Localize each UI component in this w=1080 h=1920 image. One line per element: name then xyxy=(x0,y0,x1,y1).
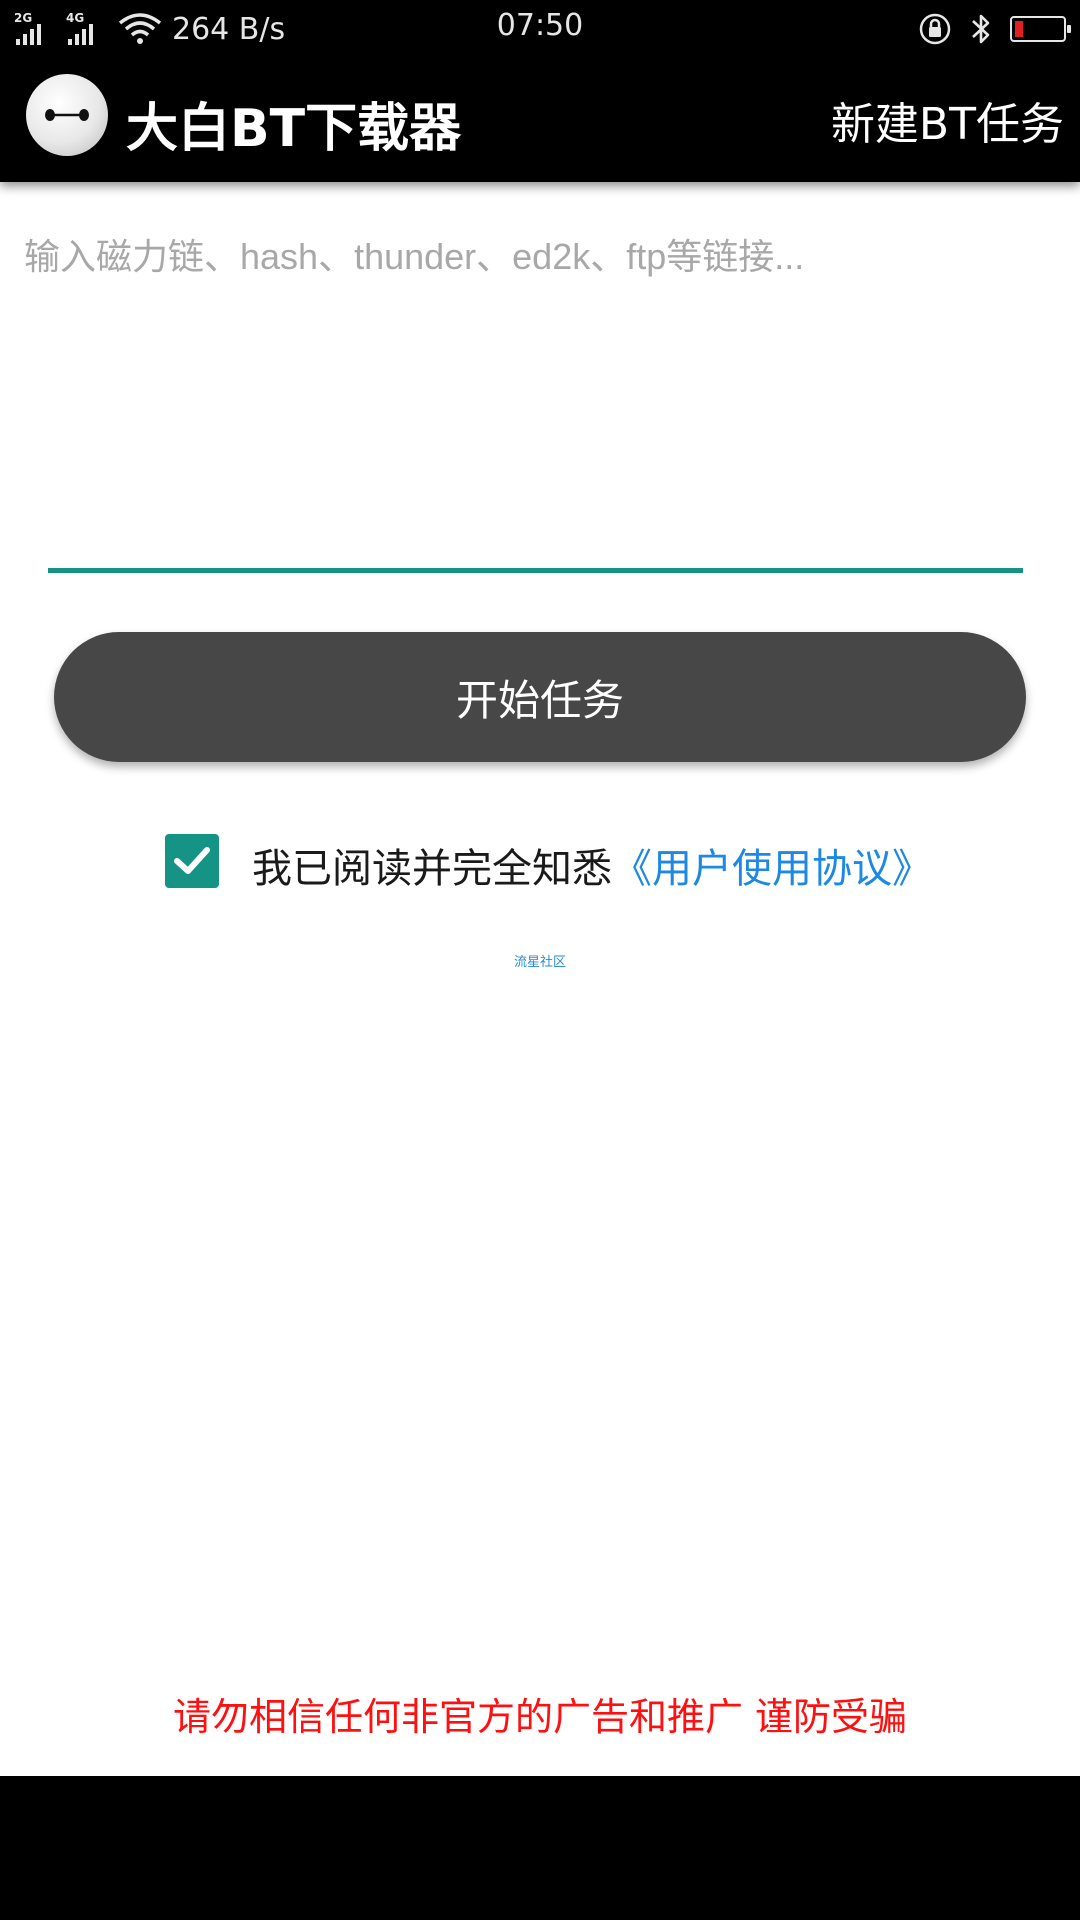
start-task-button[interactable]: 开始任务 xyxy=(54,632,1026,762)
agreement-checkbox[interactable] xyxy=(165,834,219,888)
status-bar: 2G 4G 264 B/s 07:50 xyxy=(0,0,1080,58)
status-right xyxy=(918,8,1071,50)
navigation-bar xyxy=(0,1776,1080,1920)
app-bar: 大白BT下载器 新建BT任务 xyxy=(0,58,1080,182)
app-title: 大白BT下载器 xyxy=(126,99,462,159)
baymax-icon xyxy=(26,74,108,156)
new-bt-task-button[interactable]: 新建BT任务 xyxy=(831,88,1064,152)
community-link[interactable]: 流星社区 xyxy=(0,951,1080,970)
link-input[interactable] xyxy=(24,228,1054,428)
bluetooth-icon xyxy=(972,14,990,44)
rotation-lock-icon xyxy=(919,13,951,45)
check-icon xyxy=(174,847,210,874)
agreement-row: 我已阅读并完全知悉《用户使用协议》 xyxy=(0,832,1080,892)
battery-icon xyxy=(1010,16,1071,42)
agreement-text: 我已阅读并完全知悉《用户使用协议》 xyxy=(252,836,932,894)
input-underline xyxy=(48,568,1023,573)
user-agreement-link[interactable]: 《用户使用协议》 xyxy=(612,846,932,892)
warning-text: 请勿相信任何非官方的广告和推广 谨防受骗 xyxy=(172,1695,908,1739)
battery-level xyxy=(1015,21,1023,37)
agreement-label: 我已阅读并完全知悉 xyxy=(252,846,612,892)
